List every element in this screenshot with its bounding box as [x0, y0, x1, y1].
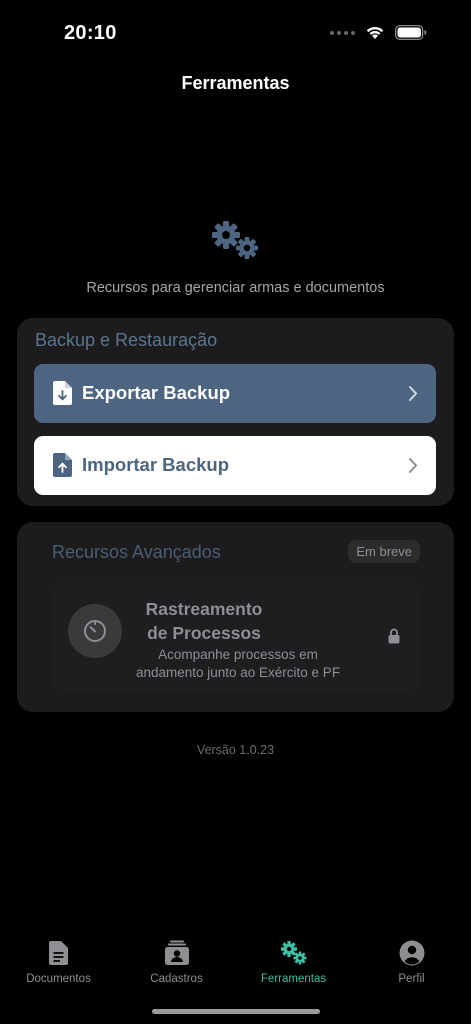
id-card-icon [164, 940, 189, 965]
status-time: 20:10 [64, 22, 117, 44]
document-icon [48, 941, 68, 965]
chevron-right-icon [409, 458, 418, 473]
process-tracking-feature: Rastreamento de Processos Acompanhe proc… [52, 582, 420, 692]
import-backup-button[interactable]: Importar Backup [34, 436, 436, 495]
signal-icon [330, 30, 355, 35]
home-indicator [152, 1009, 320, 1014]
chevron-right-icon [409, 386, 418, 401]
page-title: Ferramentas [181, 73, 290, 93]
wifi-icon [366, 27, 384, 39]
feature-title: Rastreamento de Processos [145, 599, 263, 643]
timer-icon [68, 604, 122, 658]
export-backup-button[interactable]: Exportar Backup [34, 364, 436, 423]
coming-soon-badge: Em breve [348, 540, 420, 563]
status-bar: 20:10 [0, 0, 471, 60]
feature-description: Acompanhe processos em andamento junto a… [135, 647, 341, 680]
app-version: Versão 1.0.23 [196, 743, 275, 757]
profile-icon [399, 940, 424, 966]
battery-icon [395, 25, 427, 40]
backup-card: Backup e Restauração Exportar Backup Imp… [17, 318, 454, 506]
tab-documentos[interactable]: Documentos [0, 939, 117, 985]
tab-ferramentas[interactable]: Ferramentas [235, 939, 352, 985]
import-backup-label: Importar Backup [82, 454, 230, 475]
gears-icon [280, 941, 306, 965]
tab-label: Ferramentas [260, 973, 327, 985]
advanced-section-title: Recursos Avançados [52, 542, 221, 562]
tab-bar: Documentos Cadastros Ferramentas Perfil [0, 925, 471, 1000]
export-backup-label: Exportar Backup [82, 382, 231, 403]
lock-icon [388, 628, 400, 644]
tab-label: Documentos [26, 973, 91, 985]
tab-label: Perfil [398, 973, 425, 985]
status-icons [330, 25, 427, 40]
tab-perfil[interactable]: Perfil [353, 939, 470, 985]
tab-label: Cadastros [150, 973, 203, 985]
document-download-icon [53, 381, 72, 405]
document-upload-icon [53, 453, 72, 477]
gears-icon [212, 221, 258, 259]
tab-cadastros[interactable]: Cadastros [118, 939, 235, 985]
page-subtitle: Recursos para gerenciar armas e document… [86, 280, 385, 296]
backup-section-title: Backup e Restauração [35, 330, 218, 350]
advanced-features-card: Recursos Avançados Em breve Rastreamento… [17, 522, 454, 712]
